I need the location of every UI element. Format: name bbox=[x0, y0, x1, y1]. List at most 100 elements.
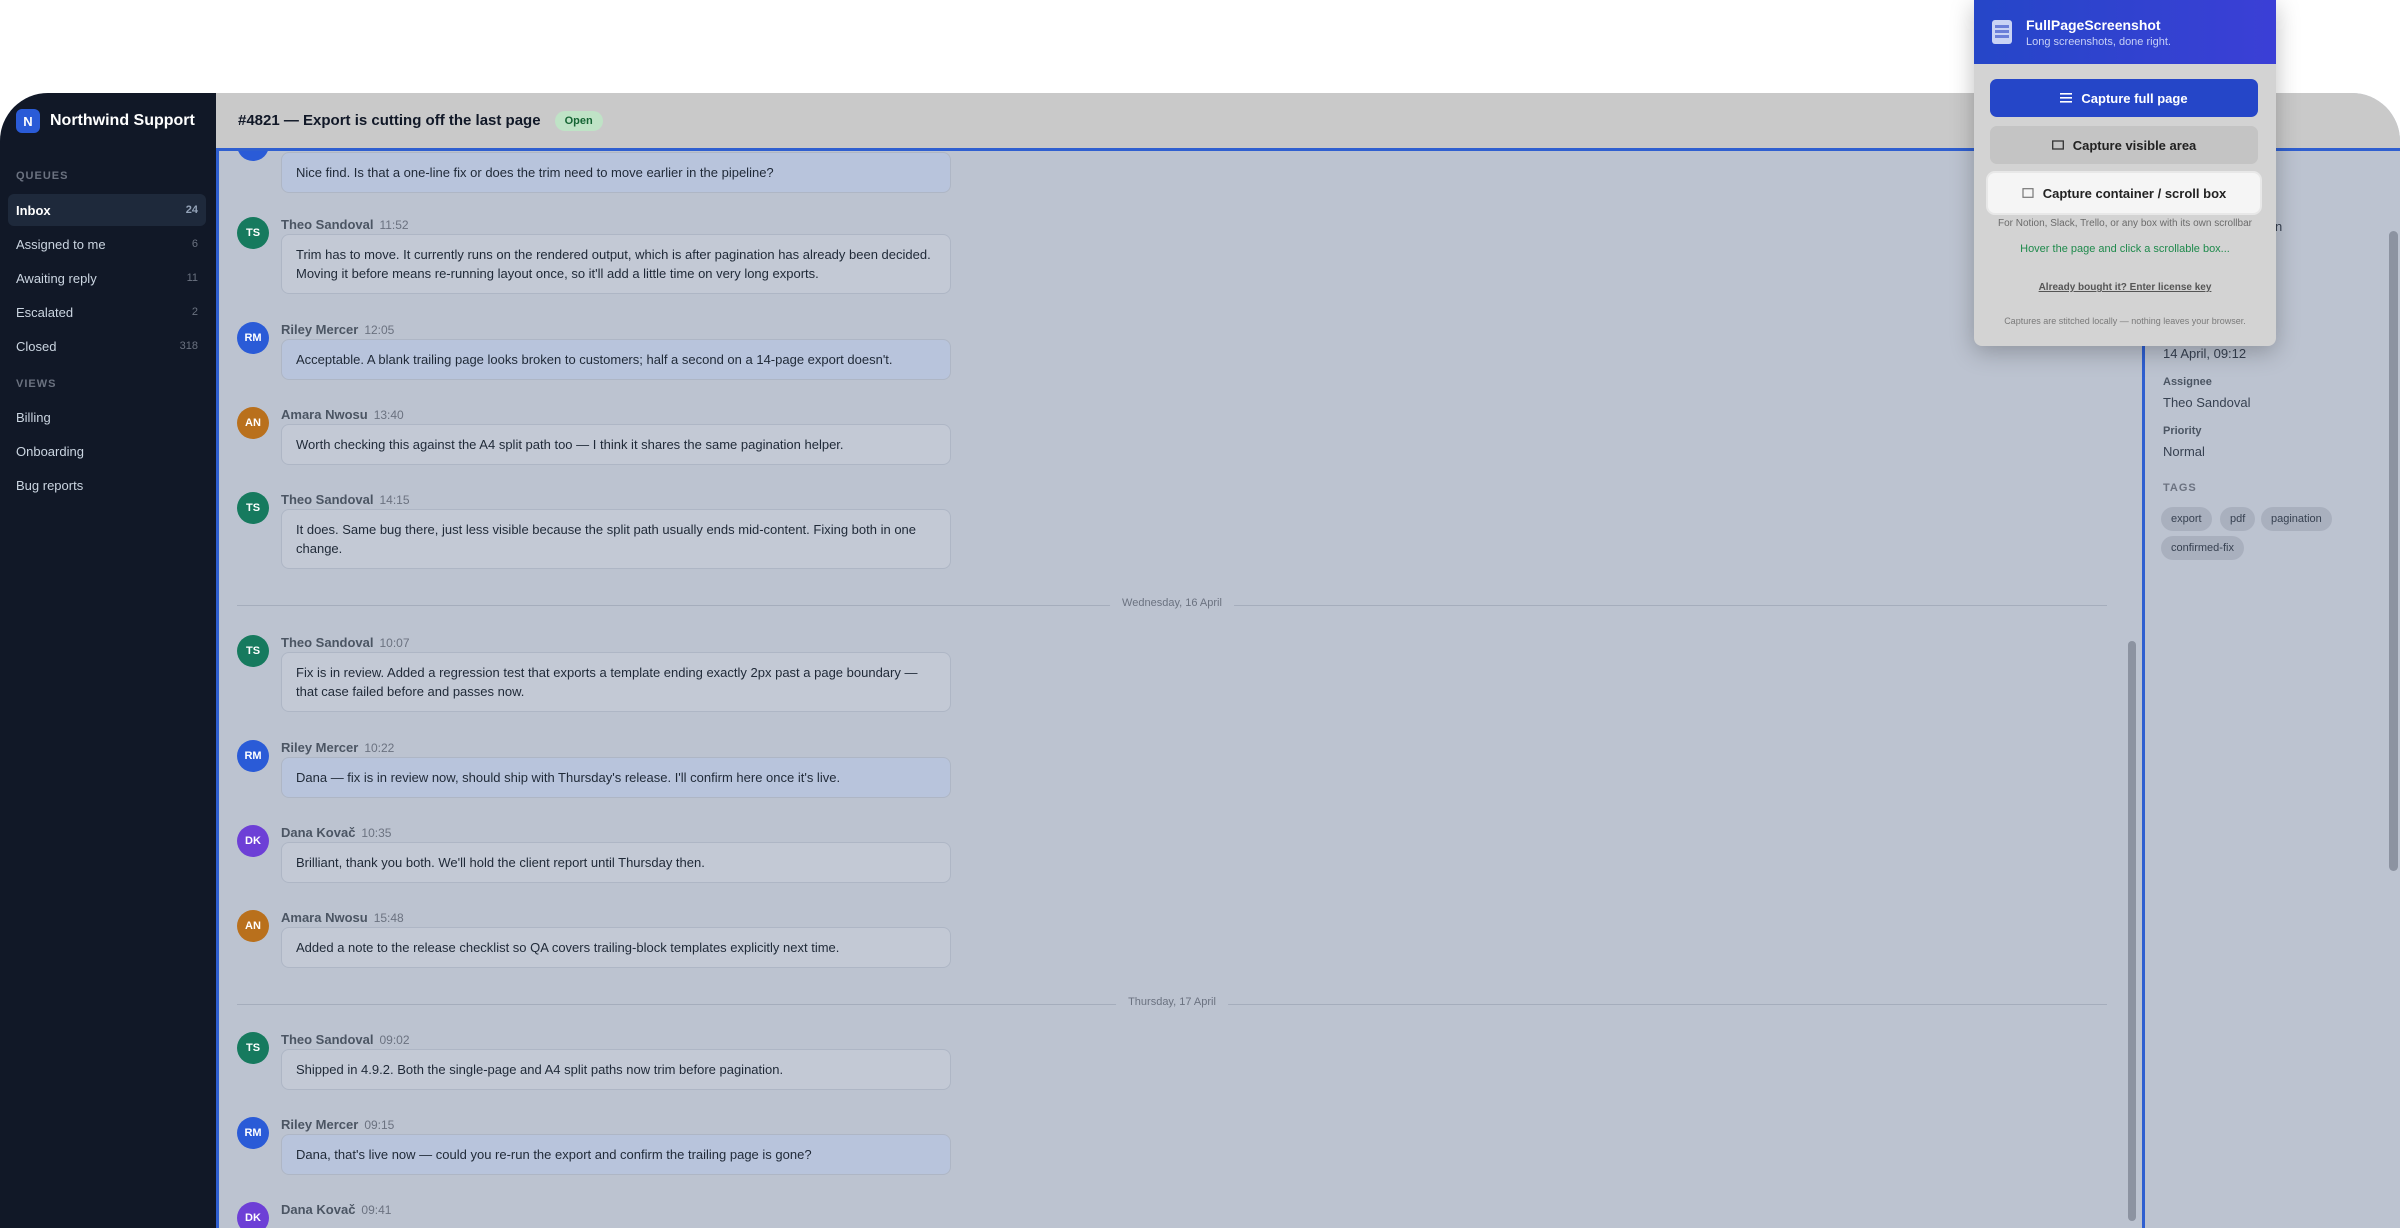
sidebar-item-label: Assigned to me bbox=[16, 236, 106, 252]
sidebar-item-assigned-to-me[interactable]: Assigned to me 6 bbox=[8, 228, 206, 260]
box-icon bbox=[2022, 188, 2034, 198]
message-thread[interactable]: Nice find. Is that a one-line fix or doe… bbox=[216, 151, 2142, 1228]
popup-title: FullPageScreenshot bbox=[2026, 16, 2161, 33]
popup-subtitle: Long screenshots, done right. bbox=[2026, 35, 2171, 48]
capture-visible-area-button[interactable]: Capture visible area bbox=[1990, 126, 2258, 164]
sidebar-item-label: Billing bbox=[16, 409, 51, 425]
message-time: 09:15 bbox=[364, 1118, 395, 1132]
sidebar-item-closed[interactable]: Closed 318 bbox=[8, 330, 206, 362]
message-author: Theo Sandoval 10:07 bbox=[281, 635, 410, 650]
sidebar-item-label: Awaiting reply bbox=[16, 270, 97, 286]
queues-heading: QUEUES bbox=[16, 170, 69, 182]
message-bubble: Dana — fix is in review now, should ship… bbox=[281, 757, 951, 798]
message-time: 11:52 bbox=[379, 218, 409, 232]
sidebar-item-label: Bug reports bbox=[16, 477, 84, 493]
avatar: AN bbox=[237, 407, 269, 439]
button-label: Capture container / scroll box bbox=[2042, 185, 2227, 201]
priority-value[interactable]: Normal bbox=[2163, 444, 2205, 459]
sidebar-item-bug-reports[interactable]: Bug reports bbox=[8, 469, 206, 501]
sidebar-item-label: Onboarding bbox=[16, 443, 84, 459]
message-time: 10:22 bbox=[364, 741, 395, 755]
sidebar-item-count: 11 bbox=[186, 272, 198, 284]
date-divider: Wednesday, 16 April bbox=[237, 597, 2107, 609]
capture-container-button[interactable]: Capture container / scroll box bbox=[1988, 173, 2260, 213]
avatar: DK bbox=[237, 825, 269, 857]
hover-hint-text: Hover the page and click a scrollable bo… bbox=[2020, 243, 2230, 255]
message-bubble: Acceptable. A blank trailing page looks … bbox=[281, 339, 951, 380]
popup-footer: Captures are stitched locally — nothing … bbox=[2004, 316, 2246, 326]
button-label: Capture full page bbox=[2081, 90, 2188, 106]
avatar bbox=[237, 151, 269, 161]
message-author: Theo Sandoval 11:52 bbox=[281, 217, 409, 232]
message-time: 10:07 bbox=[379, 636, 410, 650]
message-author: Riley Mercer 12:05 bbox=[281, 322, 395, 337]
message-time: 09:41 bbox=[361, 1203, 392, 1217]
sidebar-item-onboarding[interactable]: Onboarding bbox=[8, 435, 206, 467]
message-bubble: Brilliant, thank you both. We'll hold th… bbox=[281, 842, 951, 883]
container-help-text: For Notion, Slack, Trello, or any box wi… bbox=[1998, 218, 2252, 229]
sidebar: N Northwind Support QUEUES Inbox 24 Assi… bbox=[0, 93, 216, 1228]
message-bubble: Dana, that's live now — could you re-run… bbox=[281, 1134, 951, 1175]
sidebar-item-billing[interactable]: Billing bbox=[8, 401, 206, 433]
sidebar-item-count: 2 bbox=[191, 306, 198, 318]
tags-heading: TAGS bbox=[2163, 482, 2197, 494]
avatar: AN bbox=[237, 910, 269, 942]
created-value: 14 April, 09:12 bbox=[2163, 346, 2247, 361]
message-bubble: Added a note to the release checklist so… bbox=[281, 927, 951, 968]
assignee-label: Assignee bbox=[2163, 376, 2212, 388]
brand-logo: N bbox=[16, 109, 40, 133]
message-time: 13:40 bbox=[373, 408, 404, 422]
date-divider-label: Thursday, 17 April bbox=[1116, 996, 1228, 1008]
priority-label: Priority bbox=[2163, 425, 2202, 437]
sidebar-item-count: 6 bbox=[191, 238, 198, 250]
message-bubble: Trim has to move. It currently runs on t… bbox=[281, 234, 951, 294]
page-scrollbar[interactable] bbox=[2389, 231, 2398, 871]
tag-pdf[interactable]: pdf bbox=[2220, 507, 2256, 531]
button-label: Capture visible area bbox=[2072, 137, 2197, 153]
rectangle-icon bbox=[2051, 140, 2064, 150]
tag-confirmed-fix[interactable]: confirmed-fix bbox=[2161, 536, 2244, 560]
avatar: TS bbox=[237, 1032, 269, 1064]
page-title: #4821 — Export is cutting off the last p… bbox=[238, 112, 541, 129]
sidebar-item-count: 318 bbox=[179, 340, 198, 352]
sidebar-item-escalated[interactable]: Escalated 2 bbox=[8, 296, 206, 328]
brand-name: Northwind Support bbox=[50, 112, 195, 129]
message-author: Riley Mercer 10:22 bbox=[281, 740, 395, 755]
avatar: TS bbox=[237, 635, 269, 667]
brand[interactable]: N Northwind Support bbox=[16, 109, 195, 133]
message-bubble: Worth checking this against the A4 split… bbox=[281, 424, 951, 465]
assignee-value[interactable]: Theo Sandoval bbox=[2163, 395, 2250, 410]
tag-pagination[interactable]: pagination bbox=[2261, 507, 2332, 531]
views-heading: VIEWS bbox=[16, 378, 57, 390]
avatar: DK bbox=[237, 1202, 269, 1228]
avatar: TS bbox=[237, 492, 269, 524]
message-time: 12:05 bbox=[364, 323, 395, 337]
avatar: TS bbox=[237, 217, 269, 249]
sidebar-item-awaiting-reply[interactable]: Awaiting reply 11 bbox=[8, 262, 206, 294]
message-time: 15:48 bbox=[373, 911, 404, 925]
sidebar-item-inbox[interactable]: Inbox 24 bbox=[8, 194, 206, 226]
thread-scrollbar[interactable] bbox=[2128, 641, 2136, 1221]
avatar: RM bbox=[237, 322, 269, 354]
avatar: RM bbox=[237, 1117, 269, 1149]
message-bubble: It does. Same bug there, just less visib… bbox=[281, 509, 951, 569]
details-partial-text: n bbox=[2275, 219, 2283, 234]
message-bubble: Shipped in 4.9.2. Both the single-page a… bbox=[281, 1049, 951, 1090]
capture-full-page-button[interactable]: Capture full page bbox=[1990, 79, 2258, 117]
avatar: RM bbox=[237, 740, 269, 772]
date-divider: Thursday, 17 April bbox=[237, 996, 2107, 1008]
tag-export[interactable]: export bbox=[2161, 507, 2212, 531]
message-time: 14:15 bbox=[379, 493, 410, 507]
sidebar-item-label: Inbox bbox=[16, 202, 51, 218]
sidebar-item-count: 24 bbox=[185, 204, 198, 216]
license-link-wrap: Already bought it? Enter license key bbox=[1974, 281, 2276, 293]
popup-header: FullPageScreenshot Long screenshots, don… bbox=[1974, 0, 2276, 64]
message-author: Dana Kovač 10:35 bbox=[281, 825, 392, 840]
list-icon bbox=[2060, 93, 2073, 103]
message-author: Amara Nwosu 15:48 bbox=[281, 910, 404, 925]
message-time: 09:02 bbox=[379, 1033, 410, 1047]
message-author: Dana Kovač 09:41 bbox=[281, 1202, 392, 1217]
license-key-link[interactable]: Already bought it? Enter license key bbox=[2039, 282, 2212, 293]
screenshot-extension-popup: FullPageScreenshot Long screenshots, don… bbox=[1974, 0, 2276, 346]
message-time: 10:35 bbox=[361, 826, 392, 840]
